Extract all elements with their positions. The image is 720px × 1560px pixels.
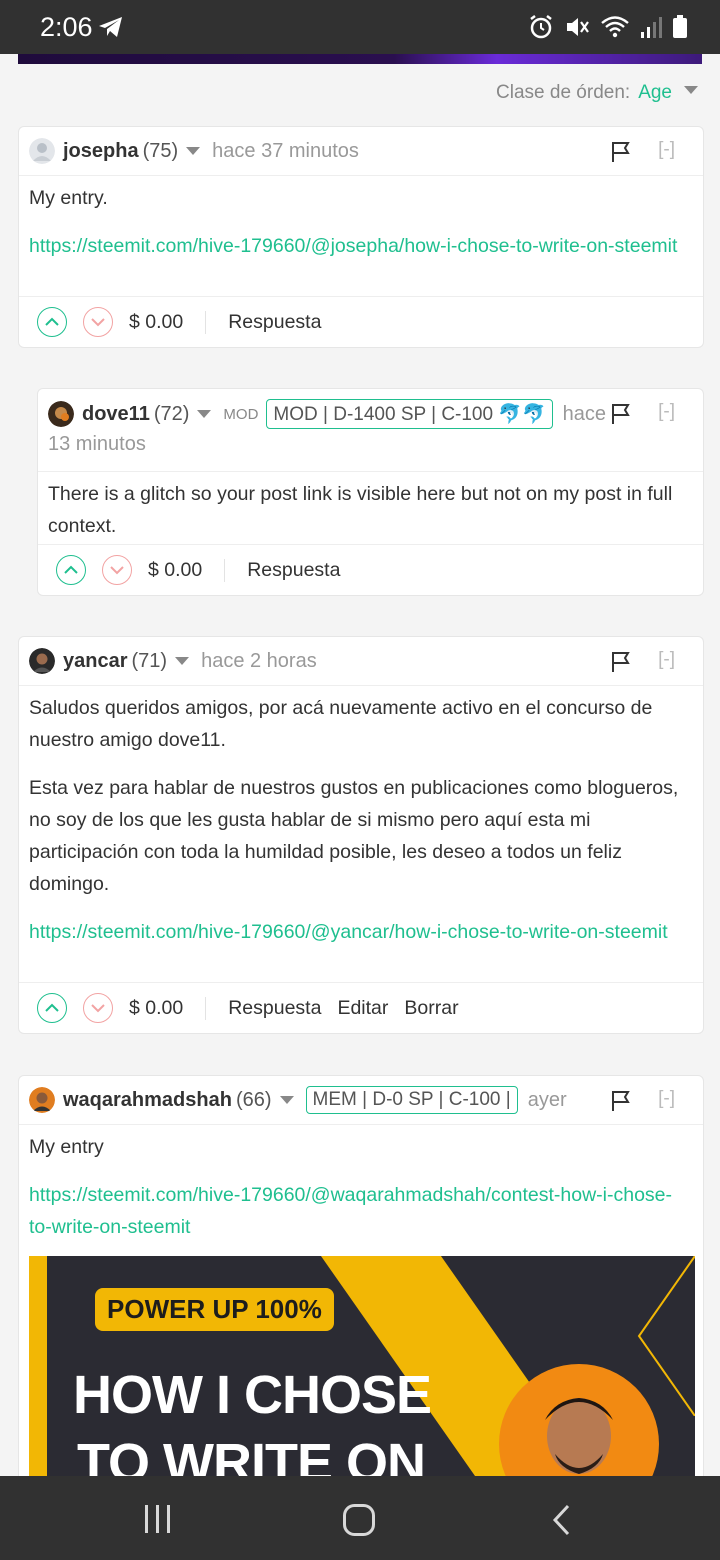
comment-card: waqarahmadshah (66) MEM | D-0 SP | C-100…	[18, 1075, 704, 1517]
sort-selector[interactable]: Clase de órden: Age	[496, 82, 698, 104]
back-icon[interactable]	[550, 1503, 572, 1537]
author-name[interactable]: dove11	[82, 403, 150, 426]
avatar[interactable]	[29, 648, 55, 674]
status-bar: 2:06	[0, 0, 720, 54]
avatar[interactable]	[29, 138, 55, 164]
promo-tag: POWER UP 100%	[95, 1288, 334, 1331]
sort-label: Clase de órden:	[496, 82, 631, 103]
chevron-down-icon[interactable]	[279, 1096, 294, 1104]
collapse-toggle[interactable]: [-]	[658, 139, 675, 161]
flag-icon[interactable]	[611, 651, 631, 673]
signal-icon	[641, 17, 662, 38]
flag-icon[interactable]	[611, 403, 631, 425]
chevron-up-icon	[64, 565, 78, 574]
edit-button[interactable]: Editar	[337, 997, 388, 1020]
comment-body: My entry https://steemit.com/hive-179660…	[19, 1125, 703, 1243]
comment-time[interactable]: hace	[563, 403, 606, 426]
downvote-button[interactable]	[83, 993, 113, 1023]
author-reputation: (71)	[131, 649, 168, 672]
collapse-toggle[interactable]: [-]	[658, 649, 675, 671]
home-icon[interactable]	[342, 1503, 376, 1537]
avatar[interactable]	[29, 1087, 55, 1113]
comment-text: My entry	[29, 1136, 104, 1158]
author-name[interactable]: waqarahmadshah	[63, 1089, 232, 1112]
upvote-button[interactable]	[37, 993, 67, 1023]
promo-headline-1: HOW I CHOSE	[73, 1365, 432, 1425]
system-navigation-bar	[0, 1476, 720, 1560]
comment-card: yancar (71) hace 2 horas [-] Saludos que…	[18, 636, 704, 1034]
chevron-down-icon	[91, 1004, 105, 1013]
comment-time[interactable]: hace 37 minutos	[212, 140, 359, 163]
mute-icon	[567, 18, 589, 36]
member-badge: MOD | D-1400 SP | C-100 🐬🐬	[266, 399, 553, 429]
promo-image: POWER UP 100% HOW I CHOSE TO WRITE ON	[29, 1256, 695, 1496]
comment-body: My entry. https://steemit.com/hive-17966…	[19, 176, 703, 262]
comment-header: waqarahmadshah (66) MEM | D-0 SP | C-100…	[19, 1076, 703, 1125]
chevron-down-icon[interactable]	[175, 657, 190, 665]
comment-time[interactable]: ayer	[528, 1089, 567, 1112]
downvote-button[interactable]	[102, 555, 132, 585]
payout-value[interactable]: $ 0.00	[129, 996, 207, 1020]
comment-link[interactable]: https://steemit.com/hive-179660/@yancar/…	[29, 921, 668, 943]
author-reputation: (66)	[235, 1088, 272, 1111]
comment-time[interactable]: hace 2 horas	[201, 650, 317, 673]
chevron-down-icon	[684, 86, 698, 94]
comment-body: There is a glitch so your post link is v…	[38, 472, 703, 542]
payout-value[interactable]: $ 0.00	[148, 558, 226, 582]
collapse-toggle[interactable]: [-]	[658, 1088, 675, 1110]
comment-time-continued[interactable]: 13 minutos	[48, 433, 146, 455]
comment-header: dove11 (72) MOD MOD | D-1400 SP | C-100 …	[38, 389, 703, 472]
reply-button[interactable]: Respuesta	[228, 311, 321, 334]
status-time: 2:06	[40, 12, 93, 42]
author-name[interactable]: josepha	[63, 140, 139, 163]
comment-body: Saludos queridos amigos, por acá nuevame…	[19, 686, 703, 948]
chevron-down-icon	[91, 318, 105, 327]
reply-button[interactable]: Respuesta	[247, 559, 340, 582]
chevron-down-icon[interactable]	[197, 410, 212, 418]
comment-footer: $ 0.00 Respuesta	[38, 544, 703, 595]
comment-footer: $ 0.00 Respuesta	[19, 296, 703, 347]
comment-text: There is a glitch so your post link is v…	[48, 483, 673, 537]
avatar[interactable]	[48, 401, 74, 427]
reply-comment-card: dove11 (72) MOD MOD | D-1400 SP | C-100 …	[37, 388, 704, 596]
comment-paragraph: Esta vez para hablar de nuestros gustos …	[29, 777, 679, 895]
payout-value[interactable]: $ 0.00	[129, 310, 207, 334]
flag-icon[interactable]	[611, 141, 631, 163]
member-badge: MEM | D-0 SP | C-100 |	[305, 1086, 518, 1114]
comment-header: josepha (75) hace 37 minutos [-]	[19, 127, 703, 176]
downvote-button[interactable]	[83, 307, 113, 337]
sort-value[interactable]: Age	[638, 82, 672, 104]
comment-footer: $ 0.00 Respuesta Editar Borrar	[19, 982, 703, 1033]
upvote-button[interactable]	[56, 555, 86, 585]
author-name[interactable]: yancar	[63, 650, 128, 673]
comment-text: My entry.	[29, 187, 108, 209]
author-reputation: (75)	[142, 139, 179, 162]
chevron-up-icon	[45, 317, 59, 326]
comment-link[interactable]: https://steemit.com/hive-179660/@josepha…	[29, 235, 677, 257]
comment-paragraph: Saludos queridos amigos, por acá nuevame…	[29, 697, 653, 751]
flag-icon[interactable]	[611, 1090, 631, 1112]
status-icons	[528, 14, 688, 40]
battery-icon	[673, 15, 687, 38]
reply-button[interactable]: Respuesta	[228, 997, 321, 1020]
collapse-toggle[interactable]: [-]	[658, 401, 675, 423]
chevron-up-icon	[45, 1003, 59, 1012]
upvote-button[interactable]	[37, 307, 67, 337]
role-label: MOD	[223, 405, 259, 423]
comment-header: yancar (71) hace 2 horas [-]	[19, 637, 703, 686]
post-header-strip	[18, 54, 702, 64]
delete-button[interactable]: Borrar	[404, 997, 458, 1020]
telegram-icon	[98, 16, 124, 43]
author-reputation: (72)	[153, 402, 190, 425]
recent-apps-icon[interactable]	[143, 1503, 173, 1535]
chevron-down-icon	[110, 566, 124, 575]
chevron-down-icon[interactable]	[186, 147, 201, 155]
comment-card: josepha (75) hace 37 minutos [-] My entr…	[18, 126, 704, 348]
wifi-icon	[601, 16, 629, 38]
comment-link[interactable]: https://steemit.com/hive-179660/@waqarah…	[29, 1184, 672, 1238]
alarm-icon	[530, 15, 552, 39]
